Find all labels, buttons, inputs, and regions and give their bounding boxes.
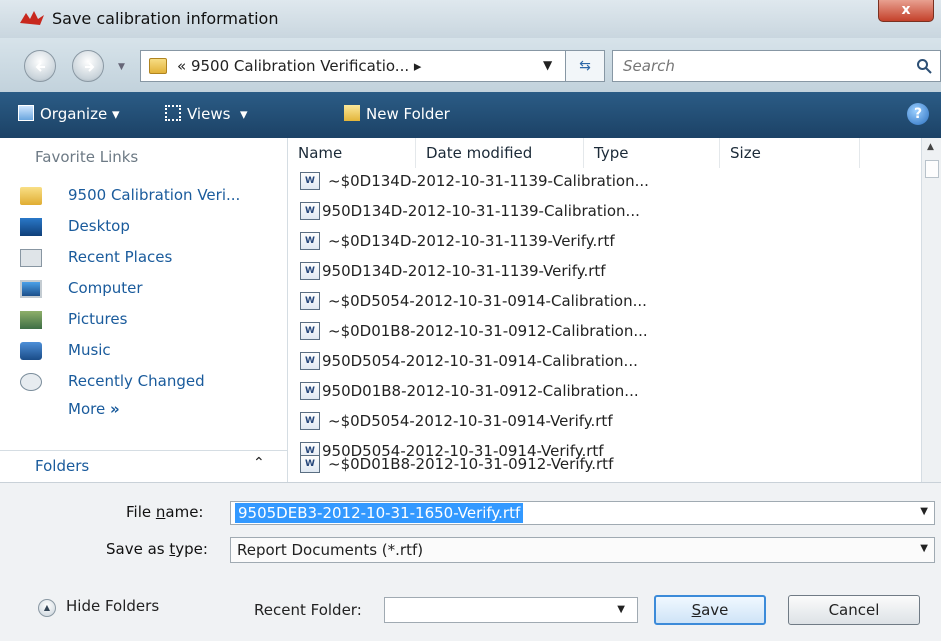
search-icon[interactable]	[916, 58, 932, 74]
file-row[interactable]: W ~$0D5054-2012-10-31-0914-Verify.rtf	[298, 408, 898, 437]
views-button[interactable]: Views ▾	[165, 105, 248, 123]
chevron-up-circle-icon[interactable]: ▲	[38, 599, 56, 617]
recent-places-icon	[20, 249, 42, 267]
search-box[interactable]: Search	[612, 50, 941, 82]
chevron-down-icon[interactable]: ▼	[617, 604, 625, 615]
file-row[interactable]: W ~$0D134D-2012-10-31-1139-Calibration...	[298, 168, 898, 197]
address-overflow-icon[interactable]: «	[177, 57, 186, 75]
document-icon: W	[300, 202, 320, 220]
forward-arrow-icon	[85, 62, 95, 72]
column-name[interactable]: Name	[288, 138, 416, 168]
file-row[interactable]: W ~$0D134D-2012-10-31-1139-Verify.rtf	[298, 228, 898, 257]
document-icon: W	[300, 322, 320, 340]
sidebar-item-desktop[interactable]: Desktop	[20, 215, 282, 241]
more-links-button[interactable]: More »	[68, 400, 120, 418]
file-name-value[interactable]: 9505DEB3-2012-10-31-1650-Verify.rtf	[235, 503, 524, 523]
hide-folders-button[interactable]: Hide Folders	[66, 597, 159, 615]
column-date-modified[interactable]: Date modified	[416, 138, 584, 168]
recent-folder-label: Recent Folder:	[254, 601, 362, 619]
sidebar-item-recently-changed[interactable]: Recently Changed	[20, 370, 282, 396]
column-size[interactable]: Size	[720, 138, 860, 168]
favorite-links-header: Favorite Links	[35, 148, 139, 166]
file-row[interactable]: W 950D5054-2012-10-31-0914-Calibration...	[298, 348, 898, 377]
organize-icon	[18, 105, 34, 121]
file-row[interactable]: W 950D01B8-2012-10-31-0912-Calibration...	[298, 378, 898, 407]
cancel-button[interactable]: Cancel	[788, 595, 920, 625]
save-as-type-label: Save as type:	[106, 540, 208, 558]
address-path[interactable]: 9500 Calibration Verificatio...	[191, 57, 409, 75]
title-bar: Save calibration information x	[0, 0, 941, 38]
save-button[interactable]: Save	[654, 595, 766, 625]
scroll-thumb[interactable]	[925, 160, 939, 178]
sidebar-item-computer[interactable]: Computer	[20, 277, 282, 303]
address-dropdown-icon[interactable]: ▼	[543, 58, 552, 72]
scroll-up-icon[interactable]: ▲	[927, 142, 934, 152]
folders-toggle[interactable]: Folders ⌃	[0, 450, 287, 482]
document-icon: W	[300, 455, 320, 473]
file-row[interactable]: W 950D134D-2012-10-31-1139-Verify.rtf	[298, 258, 898, 287]
organize-button[interactable]: Organize ▾	[18, 105, 120, 123]
path-chevron-icon[interactable]: ▸	[414, 57, 422, 75]
computer-icon	[20, 280, 42, 298]
views-icon	[165, 105, 181, 121]
file-row[interactable]: W ~$0D5054-2012-10-31-0914-Calibration...	[298, 288, 898, 317]
address-bar[interactable]: « 9500 Calibration Verificatio... ▸ ▼	[140, 50, 602, 82]
document-icon: W	[300, 172, 320, 190]
document-icon: W	[300, 352, 320, 370]
vertical-scrollbar[interactable]: ▲	[921, 138, 941, 482]
file-list: Name Date modified Type Size W ~$0D134D-2…	[288, 138, 941, 482]
forward-button[interactable]	[72, 50, 104, 82]
history-dropdown-icon[interactable]: ▼	[118, 62, 125, 72]
document-icon: W	[300, 292, 320, 310]
folder-icon	[149, 58, 167, 74]
save-as-type-select[interactable]: Report Documents (*.rtf) ▼	[230, 537, 935, 563]
file-row[interactable]: W ~$0D01B8-2012-10-31-0912-Verify.rtf	[298, 453, 898, 482]
favorite-links-pane: Favorite Links 9500 Calibration Veri... …	[0, 138, 288, 482]
save-options-area: File name: 9505DEB3-2012-10-31-1650-Veri…	[0, 482, 941, 641]
file-row[interactable]: W 950D134D-2012-10-31-1139-Calibration...	[298, 198, 898, 227]
column-type[interactable]: Type	[584, 138, 720, 168]
recent-folder-select[interactable]: ▼	[384, 597, 638, 623]
file-name-input[interactable]: 9505DEB3-2012-10-31-1650-Verify.rtf ▼	[230, 501, 935, 525]
search-placeholder: Search	[623, 57, 675, 75]
window-title: Save calibration information	[52, 9, 279, 28]
file-name-label: File name:	[126, 503, 204, 521]
new-folder-label: New Folder	[366, 105, 450, 123]
save-as-type-value: Report Documents (*.rtf)	[237, 541, 424, 559]
new-folder-icon	[344, 105, 360, 121]
views-label: Views	[187, 105, 231, 123]
document-icon: W	[300, 232, 320, 250]
sidebar-item-pictures[interactable]: Pictures	[20, 308, 282, 334]
desktop-icon	[20, 218, 42, 236]
music-icon	[20, 342, 42, 360]
toolbar: Organize ▾ Views ▾ New Folder ?	[0, 92, 941, 138]
back-button[interactable]	[24, 50, 56, 82]
folder-icon	[20, 187, 42, 205]
app-icon	[20, 11, 44, 25]
close-button[interactable]: x	[878, 0, 934, 22]
sidebar-item-music[interactable]: Music	[20, 339, 282, 365]
new-folder-button[interactable]: New Folder	[344, 105, 450, 123]
recently-changed-icon	[20, 373, 42, 391]
document-icon: W	[300, 382, 320, 400]
sidebar-item-recent-places[interactable]: Recent Places	[20, 246, 282, 272]
chevron-down-icon[interactable]: ▼	[920, 543, 928, 554]
file-row[interactable]: W ~$0D01B8-2012-10-31-0912-Calibration...	[298, 318, 898, 347]
chevron-up-icon: ⌃	[253, 455, 265, 471]
chevron-down-icon[interactable]: ▼	[920, 506, 928, 517]
address-row: ▼ « 9500 Calibration Verificatio... ▸ ▼ …	[0, 38, 941, 92]
sidebar-item-calibration-folder[interactable]: 9500 Calibration Veri...	[20, 184, 282, 210]
refresh-icon: ⇆	[579, 58, 591, 74]
document-icon: W	[300, 262, 320, 280]
back-arrow-icon	[35, 62, 45, 72]
document-icon: W	[300, 412, 320, 430]
folders-label: Folders	[35, 457, 90, 475]
help-button[interactable]: ?	[907, 103, 929, 125]
organize-label: Organize	[40, 105, 108, 123]
pictures-icon	[20, 311, 42, 329]
refresh-button[interactable]: ⇆	[565, 50, 605, 82]
